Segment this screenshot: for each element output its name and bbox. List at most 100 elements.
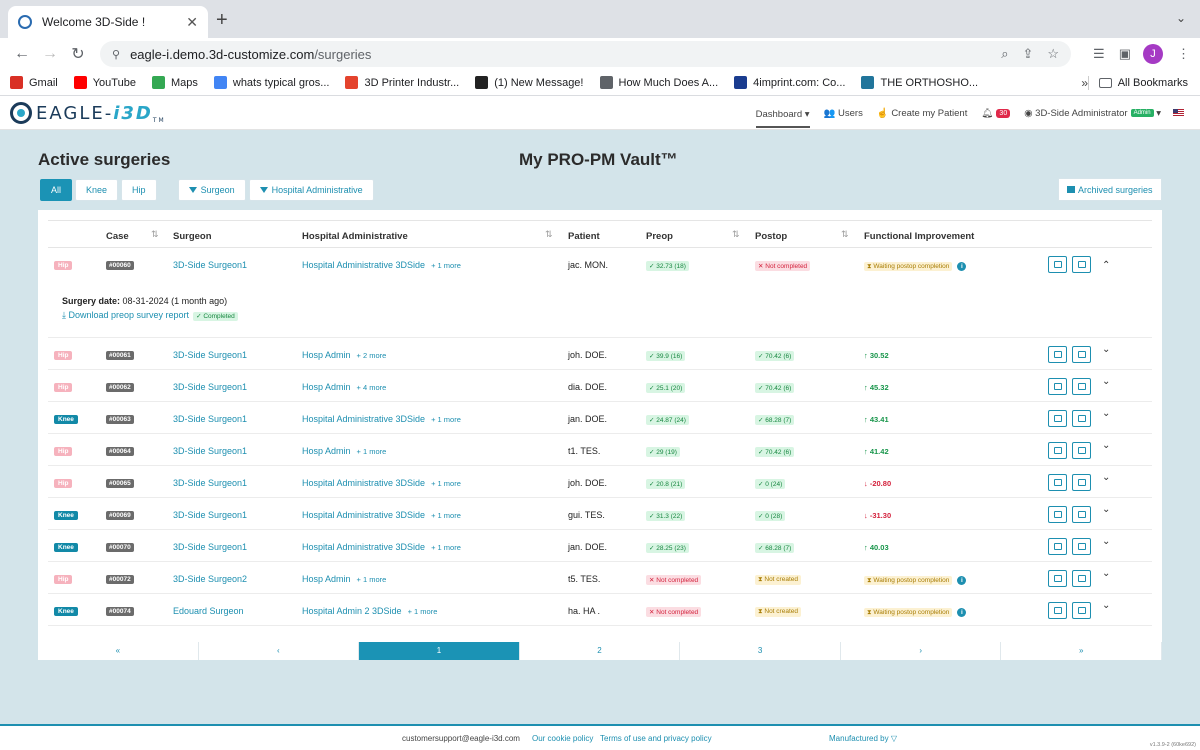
bookmark-item[interactable]: Maps — [151, 76, 198, 89]
info-icon[interactable]: i — [957, 262, 967, 271]
chevron-down-icon[interactable]: ⌄ — [1102, 408, 1110, 419]
filter-all-button[interactable]: All — [40, 179, 73, 201]
surgeon-link[interactable]: 3D-Side Surgeon2 — [173, 574, 247, 584]
surgeon-link[interactable]: 3D-Side Surgeon1 — [173, 542, 247, 552]
surgeon-link[interactable]: 3D-Side Surgeon1 — [173, 478, 247, 488]
us-flag-icon[interactable] — [1173, 109, 1184, 117]
chevron-down-icon[interactable]: ⌄ — [1102, 600, 1110, 611]
share-icon[interactable]: ⇪ — [1022, 46, 1033, 62]
browser-menu-icon[interactable]: ⋮ — [1177, 46, 1190, 62]
more-hospitals-link[interactable]: + 1 more — [431, 415, 461, 424]
account-menu[interactable]: ◉ 3D-Side Administrator Admin ▾ — [1024, 108, 1161, 119]
documents-button[interactable] — [1072, 506, 1091, 523]
chevron-down-icon[interactable]: ⌄ — [1102, 568, 1110, 579]
users-link[interactable]: 👥 Users — [824, 108, 863, 119]
more-hospitals-link[interactable]: + 1 more — [357, 575, 387, 584]
page-button[interactable]: » — [1001, 642, 1163, 660]
surgeon-link[interactable]: 3D-Side Surgeon1 — [173, 446, 247, 456]
download-preop-link[interactable]: ⤓ Download preop survey report — [62, 310, 189, 320]
hospital-link[interactable]: Hospital Administrative 3DSide — [302, 542, 425, 552]
documents-button[interactable] — [1072, 538, 1091, 555]
hospital-link[interactable]: Hosp Admin — [302, 382, 351, 392]
col-case[interactable]: Case — [106, 231, 129, 242]
documents-button[interactable] — [1072, 256, 1091, 273]
address-url[interactable]: eagle-i.demo.3d-customize.com/surgeries — [130, 47, 987, 62]
sort-icon[interactable]: ⇅ — [545, 229, 553, 240]
edit-button[interactable] — [1048, 538, 1067, 555]
page-button[interactable]: › — [841, 642, 1002, 660]
eagle-logo[interactable]: EAGLE-i3DTM — [10, 102, 166, 124]
bookmark-item[interactable]: YouTube — [73, 76, 136, 89]
chevron-down-icon[interactable]: ⌄ — [1102, 536, 1110, 547]
filter-knee-button[interactable]: Knee — [75, 179, 119, 201]
edit-button[interactable] — [1048, 506, 1067, 523]
more-hospitals-link[interactable]: + 1 more — [431, 543, 461, 552]
bookmark-star-icon[interactable]: ☆ — [1047, 46, 1059, 62]
more-hospitals-link[interactable]: + 1 more — [357, 447, 387, 456]
edit-button[interactable] — [1048, 570, 1067, 587]
hospital-link[interactable]: Hospital Administrative 3DSide — [302, 510, 425, 520]
info-icon[interactable]: i — [957, 576, 967, 585]
more-hospitals-link[interactable]: + 1 more — [431, 511, 461, 520]
tab-search-icon[interactable]: ⌄ — [1176, 11, 1186, 25]
documents-button[interactable] — [1072, 570, 1091, 587]
browser-tab[interactable]: Welcome 3D-Side ! ✕ — [8, 6, 208, 38]
hospital-link[interactable]: Hosp Admin — [302, 350, 351, 360]
filter-hip-button[interactable]: Hip — [121, 179, 157, 201]
bookmark-item[interactable]: 3D Printer Industr... — [345, 76, 459, 89]
filter-surgeon-button[interactable]: Surgeon — [177, 179, 246, 201]
edit-button[interactable] — [1048, 346, 1067, 363]
reload-icon[interactable]: ↻ — [66, 44, 90, 64]
chevron-down-icon[interactable]: ⌄ — [1102, 376, 1110, 387]
close-tab-icon[interactable]: ✕ — [186, 14, 198, 31]
bookmark-item[interactable]: 4imprint.com: Co... — [734, 76, 845, 89]
surgeon-link[interactable]: 3D-Side Surgeon1 — [173, 350, 247, 360]
edit-button[interactable] — [1048, 602, 1067, 619]
edit-button[interactable] — [1048, 442, 1067, 459]
hospital-link[interactable]: Hospital Admin 2 3DSide — [302, 606, 402, 616]
page-button[interactable]: 2 — [520, 642, 681, 660]
hospital-link[interactable]: Hosp Admin — [302, 574, 351, 584]
hospital-link[interactable]: Hospital Administrative 3DSide — [302, 414, 425, 424]
bookmark-item[interactable]: whats typical gros... — [213, 76, 329, 89]
support-email[interactable]: customersupport@eagle-i3d.com — [402, 734, 520, 743]
documents-button[interactable] — [1072, 410, 1091, 427]
reading-list-icon[interactable]: ☰ — [1093, 46, 1105, 62]
all-bookmarks-button[interactable]: All Bookmarks — [1087, 76, 1188, 90]
dashboard-menu[interactable]: Dashboard ▾ — [755, 99, 810, 128]
more-hospitals-link[interactable]: + 1 more — [408, 607, 438, 616]
page-button[interactable]: 1 — [359, 642, 520, 660]
documents-button[interactable] — [1072, 474, 1091, 491]
more-hospitals-link[interactable]: + 1 more — [431, 261, 461, 270]
forward-icon[interactable]: → — [38, 45, 62, 63]
documents-button[interactable] — [1072, 442, 1091, 459]
edit-button[interactable] — [1048, 410, 1067, 427]
sort-icon[interactable]: ⇅ — [841, 229, 849, 240]
edit-button[interactable] — [1048, 378, 1067, 395]
surgeon-link[interactable]: 3D-Side Surgeon1 — [173, 414, 247, 424]
archived-surgeries-button[interactable]: Archived surgeries — [1058, 178, 1162, 201]
zoom-icon[interactable]: ⌕ — [1001, 46, 1008, 62]
create-patient-link[interactable]: ☝ Create my Patient — [877, 108, 968, 119]
hospital-link[interactable]: Hosp Admin — [302, 446, 351, 456]
page-button[interactable]: 3 — [680, 642, 841, 660]
bookmark-item[interactable]: Gmail — [10, 76, 58, 89]
surgeon-link[interactable]: Edouard Surgeon — [173, 606, 244, 616]
chevron-up-icon[interactable]: ⌃ — [1102, 260, 1110, 271]
more-hospitals-link[interactable]: + 2 more — [357, 351, 387, 360]
cookie-policy-link[interactable]: Our cookie policy — [532, 734, 593, 743]
chevron-down-icon[interactable]: ⌄ — [1102, 504, 1110, 515]
more-hospitals-link[interactable]: + 4 more — [357, 383, 387, 392]
new-tab-icon[interactable]: + — [216, 9, 228, 32]
surgeon-link[interactable]: 3D-Side Surgeon1 — [173, 260, 247, 270]
edit-button[interactable] — [1048, 256, 1067, 273]
sort-icon[interactable]: ⇅ — [151, 229, 159, 240]
surgeon-link[interactable]: 3D-Side Surgeon1 — [173, 382, 247, 392]
site-info-icon[interactable]: ⚲ — [112, 48, 120, 61]
terms-link[interactable]: Terms of use and privacy policy — [600, 734, 712, 743]
side-panel-icon[interactable]: ▣ — [1119, 46, 1131, 62]
edit-button[interactable] — [1048, 474, 1067, 491]
back-icon[interactable]: ← — [10, 45, 34, 63]
filter-hospital-button[interactable]: Hospital Administrative — [248, 179, 374, 201]
hospital-link[interactable]: Hospital Administrative 3DSide — [302, 478, 425, 488]
